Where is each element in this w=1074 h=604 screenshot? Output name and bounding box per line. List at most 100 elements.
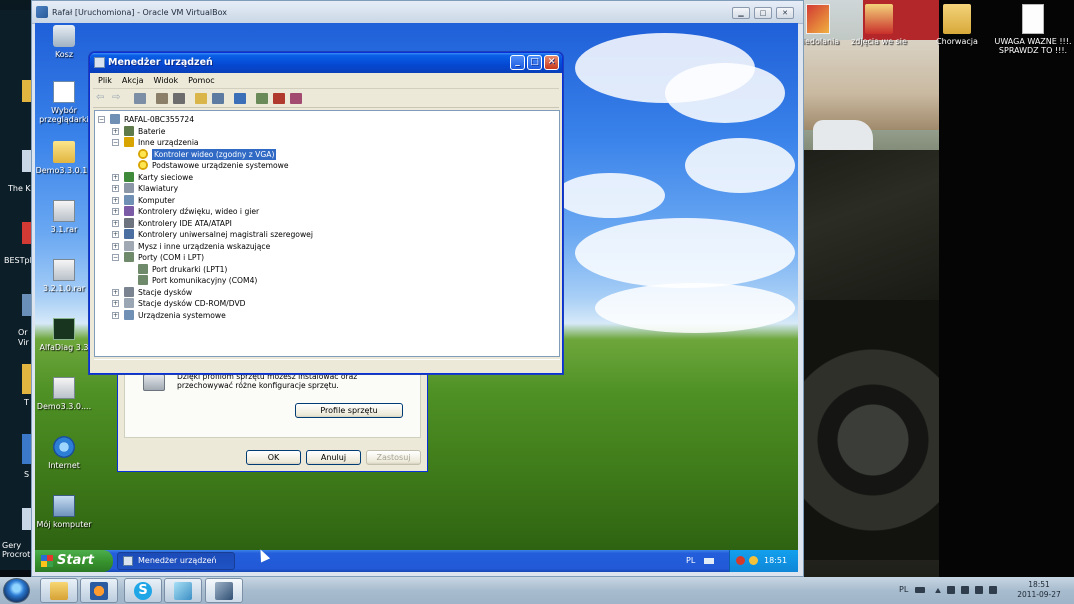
show-hidden-icons-icon[interactable] (935, 588, 941, 593)
expand-icon[interactable]: + (112, 196, 119, 204)
host-app-icon[interactable] (22, 222, 31, 244)
security-alert-icon[interactable] (736, 556, 745, 565)
taskbar-item-network-app[interactable] (164, 578, 202, 603)
system-properties-dialog[interactable]: Dzięki profilom sprzętu możesz instalowa… (117, 368, 428, 472)
tree-node[interactable]: − Porty (COM i LPT) (95, 252, 555, 263)
expand-icon[interactable]: + (112, 231, 119, 238)
taskbar-item-explorer[interactable] (40, 578, 78, 603)
scan-hardware-icon[interactable] (234, 93, 246, 104)
taskbar-item-virtualbox[interactable] (205, 578, 243, 603)
xp-clock[interactable]: 18:51 (764, 556, 787, 565)
xp-desktop-icon[interactable]: Kosz (35, 25, 93, 59)
windows-start-orb-icon[interactable] (3, 578, 30, 603)
tree-node[interactable]: − RAFAL-0BC355724 (95, 114, 555, 125)
host-desktop-icon[interactable]: Chorwacja (917, 4, 997, 46)
expand-icon[interactable]: + (112, 300, 119, 307)
virtualbox-title-bar[interactable]: Rafał [Uruchomiona] - Oracle VM VirtualB… (32, 1, 803, 24)
back-icon[interactable]: ⇦ (96, 93, 108, 104)
view-icon[interactable] (134, 93, 146, 104)
properties-icon[interactable] (156, 93, 168, 104)
view-resources-icon[interactable] (212, 93, 224, 104)
maximize-button[interactable]: □ (754, 7, 772, 19)
menu-help[interactable]: Pomoc (183, 73, 220, 89)
close-button[interactable]: ✕ (776, 7, 794, 19)
tree-node[interactable]: + Stacje dysków CD-ROM/DVD (95, 298, 555, 309)
xp-desktop-icon[interactable]: Mój komputer (35, 495, 93, 529)
host-app-icon[interactable] (22, 150, 31, 172)
maximize-button[interactable]: □ (527, 55, 542, 70)
help-icon[interactable] (195, 93, 207, 104)
tree-node[interactable]: Port komunikacyjny (COM4) (95, 275, 555, 286)
xp-desktop-icon[interactable]: AlfaDiag 3.3 (35, 318, 93, 352)
expand-icon[interactable]: + (112, 311, 119, 319)
expand-icon[interactable]: + (112, 127, 119, 135)
forward-icon[interactable]: ⇨ (112, 93, 124, 104)
language-indicator[interactable]: PL (686, 550, 716, 572)
network-tray-icon[interactable] (749, 556, 758, 565)
menu-action[interactable]: Akcja (117, 73, 149, 89)
tree-node[interactable]: − Inne urządzenia (95, 137, 555, 148)
expand-icon[interactable]: + (112, 219, 119, 227)
host-clock[interactable]: 18:51 2011-09-27 (1013, 580, 1065, 600)
menu-file[interactable]: Plik (93, 73, 117, 89)
host-app-icon[interactable] (22, 434, 31, 464)
host-folder-icon[interactable] (22, 364, 31, 394)
network-signal-icon[interactable] (975, 586, 983, 594)
collapse-icon[interactable]: − (112, 139, 119, 146)
tree-node[interactable]: + Kontrolery uniwersalnej magistrali szer… (95, 229, 555, 240)
minimize-button[interactable]: ▁ (732, 7, 750, 19)
usb-tray-icon[interactable] (961, 586, 969, 594)
cancel-button[interactable]: Anuluj (306, 450, 361, 465)
host-folder-icon[interactable] (22, 80, 31, 102)
menu-view[interactable]: Widok (149, 73, 184, 89)
host-app-icon[interactable] (22, 294, 31, 316)
xp-desktop-icon[interactable]: Internet (35, 436, 93, 470)
host-desktop-icon[interactable]: zdjęcia we sie (844, 4, 914, 46)
taskbar-item-skype[interactable]: S (124, 578, 162, 603)
tree-node[interactable]: + Karty sieciowe (95, 171, 555, 183)
disable-icon[interactable] (290, 93, 302, 104)
xp-desktop-icon[interactable]: Wybór przeglądarki (35, 81, 93, 124)
print-icon[interactable] (173, 93, 185, 104)
expand-icon[interactable]: + (112, 242, 119, 250)
tree-node[interactable]: Kontroler wideo (zgodny z VGA) (95, 148, 555, 160)
minimize-button[interactable]: _ (510, 55, 525, 70)
tree-node[interactable]: + Baterie (95, 125, 555, 137)
start-button[interactable]: Start (35, 550, 113, 572)
close-button[interactable]: ✕ (544, 55, 559, 70)
expand-icon[interactable]: + (112, 288, 119, 296)
xp-desktop-icon[interactable]: 3.1.rar (35, 200, 93, 234)
xp-desktop-icon[interactable]: Demo3.3.0.... (35, 377, 93, 411)
keyboard-icon[interactable] (915, 587, 925, 593)
collapse-icon[interactable]: − (98, 116, 105, 123)
tree-node[interactable]: Podstawowe urządzenie systemowe (95, 160, 555, 171)
update-driver-icon[interactable] (256, 93, 268, 104)
tree-node[interactable]: + Mysz i inne urządzenia wskazujące (95, 240, 555, 252)
tree-node[interactable]: Port drukarki (LPT1) (95, 263, 555, 275)
expand-icon[interactable]: + (112, 208, 119, 215)
tree-node[interactable]: + Urządzenia systemowe (95, 309, 555, 321)
taskbar-item-device-manager[interactable]: Menedżer urządzeń (117, 552, 235, 570)
expand-icon[interactable]: + (112, 173, 119, 181)
device-manager-title-bar[interactable]: Menedżer urządzeń _ □ ✕ (90, 53, 562, 73)
xp-desktop-icon[interactable]: 3.2.1.0.rar (35, 259, 93, 293)
tree-node[interactable]: + Kontrolery IDE ATA/ATAPI (95, 217, 555, 229)
ok-button[interactable]: OK (246, 450, 301, 465)
taskbar-item-media-player[interactable] (80, 578, 118, 603)
xp-desktop-icon[interactable]: Demo3.3.0.11 (35, 141, 93, 175)
collapse-icon[interactable]: − (112, 254, 119, 261)
tree-node[interactable]: + Komputer (95, 194, 555, 206)
hardware-profiles-button[interactable]: Profile sprzętu (295, 403, 403, 418)
apply-button[interactable]: Zastosuj (366, 450, 421, 465)
device-tree[interactable]: − RAFAL-0BC355724 + Baterie − Inne urządzenia… (94, 110, 560, 357)
expand-icon[interactable]: + (112, 185, 119, 192)
volume-icon[interactable] (989, 586, 997, 594)
host-desktop-icon[interactable]: UWAGA WAZNE !!!. SPRAWDZ TO !!!. (992, 4, 1074, 55)
tree-node[interactable]: + Stacje dysków (95, 286, 555, 298)
tree-node[interactable]: + Kontrolery dźwięku, wideo i gier (95, 206, 555, 217)
tree-node[interactable]: + Klawiatury (95, 183, 555, 194)
uninstall-icon[interactable] (273, 93, 285, 104)
action-center-flag-icon[interactable] (947, 586, 955, 594)
host-language-indicator[interactable]: PL (899, 585, 908, 594)
device-manager-window[interactable]: Menedżer urządzeń _ □ ✕ Plik Akcja Widok Po… (89, 52, 563, 374)
